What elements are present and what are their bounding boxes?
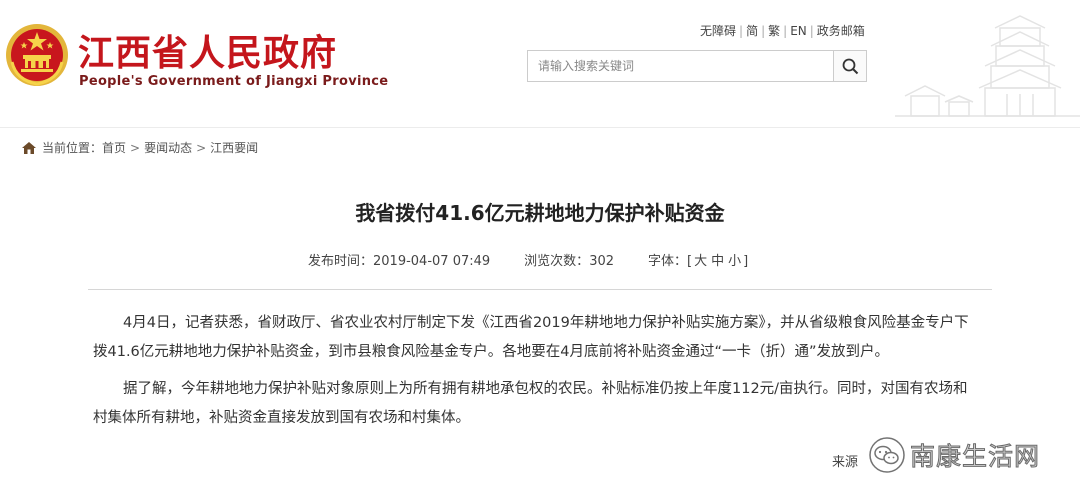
breadcrumb: 当前位置： 首页 > 要闻动态 > 江西要闻 bbox=[22, 139, 258, 156]
search-input[interactable] bbox=[528, 51, 833, 81]
site-name-en: People's Government of Jiangxi Province bbox=[79, 74, 389, 89]
accessibility-link[interactable]: 无障碍 bbox=[700, 24, 736, 38]
font-label: 字体： bbox=[648, 254, 688, 269]
search-icon bbox=[842, 58, 858, 74]
breadcrumb-prefix: 当前位置： bbox=[42, 141, 103, 155]
font-bracket-close: ] bbox=[743, 254, 749, 269]
views-label: 浏览次数： bbox=[524, 254, 590, 269]
view-count: 浏览次数：302 bbox=[524, 250, 614, 269]
font-large-button[interactable]: 大 bbox=[694, 254, 707, 269]
site-header: 江西省人民政府 People's Government of Jiangxi P… bbox=[0, 0, 1080, 128]
breadcrumb-separator: > bbox=[196, 140, 207, 155]
breadcrumb-home[interactable]: 首页 bbox=[102, 139, 126, 156]
separator: | bbox=[739, 24, 744, 38]
font-small-button[interactable]: 小 bbox=[728, 254, 741, 269]
separator: | bbox=[761, 24, 766, 38]
publish-time: 发布时间：2019-04-07 07:49 bbox=[308, 250, 490, 269]
article-title: 我省拨付41.6亿元耕地地力保护补贴资金 bbox=[355, 201, 725, 225]
publish-value: 2019-04-07 07:49 bbox=[373, 254, 491, 269]
gov-mail-link[interactable]: 政务邮箱 bbox=[817, 24, 865, 38]
article-content: 当前位置： 首页 > 要闻动态 > 江西要闻 我省拨付41.6亿元耕地地力保护补… bbox=[0, 129, 1080, 504]
watermark: 南康生活网 bbox=[868, 435, 1040, 475]
site-name[interactable]: 江西省人民政府 bbox=[78, 24, 337, 76]
article-meta: 发布时间：2019-04-07 07:49 浏览次数：302 字体：[大中小] bbox=[308, 250, 782, 269]
article-paragraph: 据了解，今年耕地地力保护补贴对象原则上为所有拥有耕地承包权的农民。补贴标准仍按上… bbox=[93, 381, 968, 426]
separator: | bbox=[783, 24, 788, 38]
font-size-control: 字体：[大中小] bbox=[648, 250, 748, 269]
pavilion-illustration bbox=[895, 15, 1080, 117]
breadcrumb-jiangxi-news[interactable]: 江西要闻 bbox=[210, 139, 258, 156]
national-emblem-icon[interactable] bbox=[4, 22, 70, 88]
watermark-text: 南康生活网 bbox=[909, 442, 1041, 472]
article-source: 来源 bbox=[832, 455, 859, 470]
divider bbox=[88, 289, 992, 290]
font-medium-button[interactable]: 中 bbox=[711, 254, 724, 269]
simplified-chinese-link[interactable]: 简 bbox=[746, 24, 758, 38]
publish-label: 发布时间： bbox=[308, 254, 374, 269]
views-value: 302 bbox=[589, 254, 615, 269]
top-links: 无障碍 | 简 | 繁 | EN | 政务邮箱 bbox=[700, 22, 865, 39]
breadcrumb-news[interactable]: 要闻动态 bbox=[144, 139, 192, 156]
separator: | bbox=[809, 24, 814, 38]
breadcrumb-separator: > bbox=[130, 140, 141, 155]
font-bracket-open: [ bbox=[687, 254, 693, 269]
home-icon bbox=[22, 141, 36, 154]
english-link[interactable]: EN bbox=[790, 24, 807, 38]
traditional-chinese-link[interactable]: 繁 bbox=[768, 24, 780, 38]
wechat-icon bbox=[869, 437, 905, 473]
article-paragraph: 4月4日，记者获悉，省财政厅、省农业农村厅制定下发《江西省2019年耕地地力保护… bbox=[93, 315, 969, 360]
search-box bbox=[527, 50, 867, 82]
search-button[interactable] bbox=[833, 51, 866, 81]
